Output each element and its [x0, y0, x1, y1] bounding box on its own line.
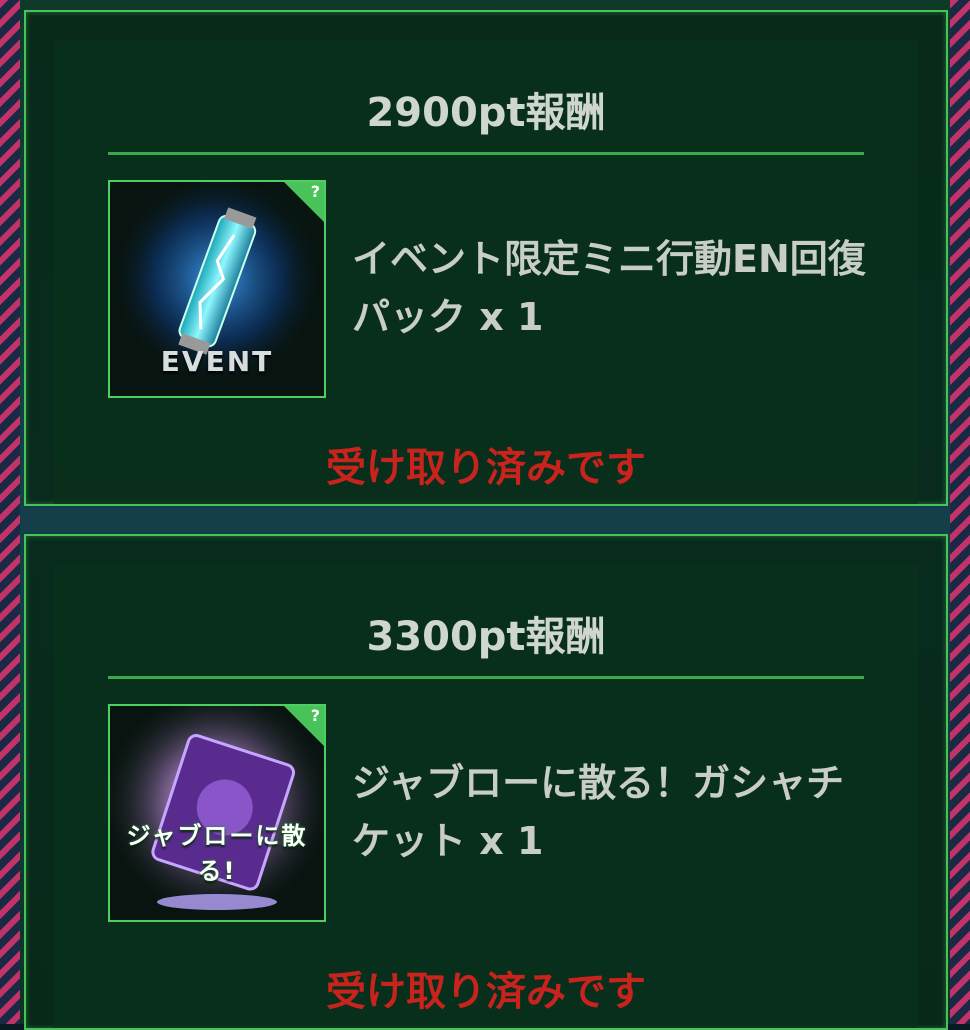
reward-item-name: ジャブローに散る！ガシャチケット x 1	[352, 761, 845, 863]
reward-card: 2900pt報酬 ? EVENT イベント限定ミニ行動EN回復パック x 1 受…	[24, 10, 948, 506]
reward-title: 2900pt報酬	[366, 90, 606, 136]
reward-card: 3300pt報酬 ? ジャブローに散る! ジャブローに散る！ガシャチケット x …	[24, 534, 948, 1030]
reward-item-name: イベント限定ミニ行動EN回復パック x 1	[352, 237, 866, 339]
reward-item-thumbnail[interactable]: ? ジャブローに散る!	[108, 704, 326, 922]
divider	[108, 676, 864, 679]
divider	[108, 152, 864, 155]
claimed-status: 受け取り済みです	[326, 969, 646, 1015]
reward-card-panel: 2900pt報酬 ? EVENT イベント限定ミニ行動EN回復パック x 1 受…	[54, 40, 918, 504]
thumbnail-label: EVENT	[160, 345, 274, 378]
claimed-status: 受け取り済みです	[326, 445, 646, 491]
reward-title: 3300pt報酬	[366, 614, 606, 660]
reward-card-panel: 3300pt報酬 ? ジャブローに散る! ジャブローに散る！ガシャチケット x …	[54, 564, 918, 1028]
question-icon: ?	[310, 706, 320, 725]
thumbnail-label: ジャブローに散る!	[126, 822, 308, 885]
question-icon: ?	[310, 182, 320, 201]
reward-item-thumbnail[interactable]: ? EVENT	[108, 180, 326, 398]
